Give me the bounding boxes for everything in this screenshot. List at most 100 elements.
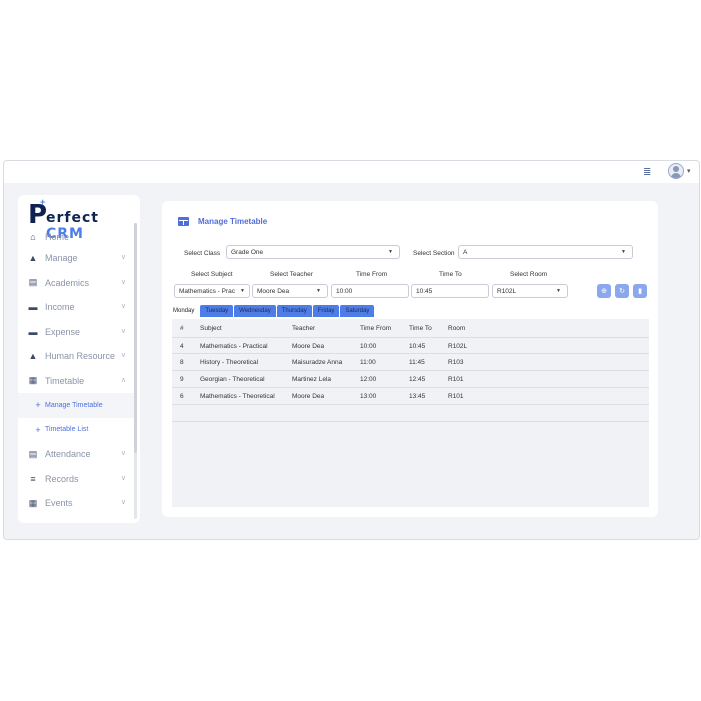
table-icon [178, 217, 189, 226]
room-select[interactable]: R102L ▼ [492, 284, 568, 298]
section-select-value: A [463, 248, 468, 256]
room-label: Select Room [510, 271, 548, 278]
chevron-down-icon: ∨ [120, 499, 126, 506]
list-icon: ▤ [28, 448, 38, 459]
card-header: Manage Timetable [178, 217, 267, 226]
sidebar-item-label: Attendance [45, 449, 91, 460]
page-title: Manage Timetable [198, 217, 268, 226]
table-cell: 6 [180, 393, 184, 400]
reset-button[interactable]: ↻ [615, 284, 629, 298]
tab-thursday[interactable]: Thursday [276, 305, 312, 317]
plus-circle-icon: ⊕ [601, 288, 607, 295]
table-cell: 11:45 [409, 359, 425, 366]
plus-icon: + [40, 197, 46, 207]
table-cell: Mathematics - Theoretical [200, 393, 275, 400]
table-row [172, 405, 649, 422]
table-cell: Mathematics - Practical [200, 343, 268, 350]
subject-select-value: Mathematics - Prac [179, 287, 235, 295]
teacher-select-value: Moore Dea [257, 287, 290, 295]
tab-friday[interactable]: Friday [312, 305, 340, 317]
subject-select[interactable]: Mathematics - Prac ▼ [174, 284, 250, 298]
sidebar-menu: ⌂ Home ▲ Manage ∨ ▤ Academics ∨ ▬ Income ∨ ▬ Expense… [18, 228, 134, 523]
table-cell: 12:00 [360, 376, 377, 383]
table-cell: Moore Dea [292, 343, 325, 350]
bullet-icon: + [35, 424, 41, 435]
subject-label: Select Subject [191, 271, 233, 278]
sidebar-item-label: Timetable [45, 375, 85, 386]
sidebar-item-label: Home [45, 232, 70, 242]
tab-wednesday[interactable]: Wednesday [234, 305, 276, 317]
sidebar-item-events[interactable]: ▦ Events ∨ [18, 491, 134, 516]
app-window: ≣ ▾ P + erfect CRM ⌂ Home ▲ Manage ∨ ▤ Academi… [3, 160, 700, 540]
section-select[interactable]: A ▼ [458, 245, 633, 259]
sidebar: P + erfect CRM ⌂ Home ▲ Manage ∨ ▤ Academics ∨ ▬… [18, 195, 140, 523]
database-icon[interactable]: ≣ [643, 167, 651, 178]
tab-tuesday[interactable]: Tuesday [200, 305, 234, 317]
table-icon: ▦ [28, 375, 38, 386]
table-cell: R103 [448, 359, 464, 366]
table-cell: Georgian - Theoretical [200, 376, 265, 383]
users-icon: ▲ [28, 351, 38, 362]
avatar[interactable] [668, 163, 684, 179]
sidebar-item-attendance[interactable]: ▤ Attendance ∨ [18, 442, 134, 467]
table-cell: 10:00 [360, 343, 377, 350]
class-select-value: Grade One [231, 248, 264, 256]
table-row[interactable]: 6 Mathematics - Theoretical Moore Dea 13:00… [172, 388, 649, 405]
money-icon: ▬ [28, 302, 38, 313]
sidebar-item-home[interactable]: ⌂ Home [18, 228, 134, 246]
column-header: Teacher [292, 325, 316, 332]
chevron-down-icon: ∨ [120, 474, 126, 482]
table-cell: R102L [448, 343, 468, 350]
table-cell: Maisuradze Anna [292, 359, 343, 366]
time-to-input[interactable]: 10:45 [411, 284, 489, 298]
table-row[interactable]: 8 History - Theoretical Maisuradze Anna 11:… [172, 354, 649, 371]
sidebar-item-label: Records [45, 473, 79, 484]
table-cell: Moore Dea [292, 393, 325, 400]
table-header: # Subject Teacher Time From Time To Room [172, 319, 649, 337]
sidebar-item-label: Manage [45, 253, 78, 264]
sidebar-item-label: Human Resource [45, 351, 116, 362]
time-from-value: 10:00 [336, 287, 353, 295]
sidebar-item-label: Academics [45, 277, 90, 288]
add-button[interactable]: ⊕ [597, 284, 611, 298]
sidebar-scrollbar[interactable] [134, 223, 137, 519]
database-icon: ≡ [30, 473, 36, 484]
table-row[interactable]: 4 Mathematics - Practical Moore Dea 10:00 10… [172, 337, 649, 354]
sidebar-item-label: Events [45, 498, 73, 509]
time-to-value: 10:45 [416, 287, 433, 295]
refresh-icon: ↻ [619, 288, 625, 295]
table-row[interactable]: 9 Georgian - Theoretical Martinez Lela 12:0… [172, 371, 649, 388]
sidebar-item-label: Income [45, 302, 75, 313]
sidebar-item-income[interactable]: ▬ Income ∨ [18, 295, 134, 320]
column-header: Time To [409, 325, 432, 332]
chevron-down-icon: ▼ [240, 288, 245, 294]
home-icon: ⌂ [30, 232, 36, 242]
sidebar-item-human-resource[interactable]: ▲ Human Resource ∨ [18, 344, 134, 369]
sidebar-item-marks[interactable]: ▤Marks [18, 516, 134, 523]
timetable-table: # Subject Teacher Time From Time To Room 4 Mat… [172, 319, 649, 507]
tab-monday[interactable]: Monday [168, 305, 199, 317]
sidebar-item-manage-timetable[interactable]: + Manage Timetable [18, 393, 134, 418]
chevron-down-icon: ∨ [120, 254, 126, 261]
sidebar-item-academics[interactable]: ▤ Academics ∨ [18, 271, 134, 296]
sidebar-item-records[interactable]: ≡ Records ∨ [18, 467, 134, 492]
time-from-label: Time From [356, 271, 388, 278]
table-cell: 13:00 [360, 393, 377, 400]
sidebar-item-timetable[interactable]: ▦ Timetable ∧ [18, 369, 134, 394]
class-select[interactable]: Grade One ▼ [226, 245, 400, 259]
sidebar-item-expense[interactable]: ▬ Expense ∨ [18, 320, 134, 345]
tab-saturday[interactable]: Saturday [340, 305, 375, 317]
time-from-input[interactable]: 10:00 [331, 284, 409, 298]
teacher-select[interactable]: Moore Dea ▼ [252, 284, 328, 298]
sidebar-item-timetable-list[interactable]: + Timetable List [18, 418, 134, 443]
column-header: Subject [200, 325, 222, 332]
chevron-down-icon[interactable]: ▾ [687, 167, 691, 175]
time-to-label: Time To [439, 271, 462, 278]
sidebar-item-manage[interactable]: ▲ Manage ∨ [18, 246, 134, 271]
timetable-card: Manage Timetable Select Class Grade One ▼… [162, 201, 658, 517]
delete-button[interactable]: ▮ [633, 284, 647, 298]
scrollbar-thumb[interactable] [134, 223, 137, 453]
table-cell: R101 [448, 393, 464, 400]
table-cell: Martinez Lela [292, 376, 332, 383]
table-cell: 13:45 [409, 393, 426, 400]
